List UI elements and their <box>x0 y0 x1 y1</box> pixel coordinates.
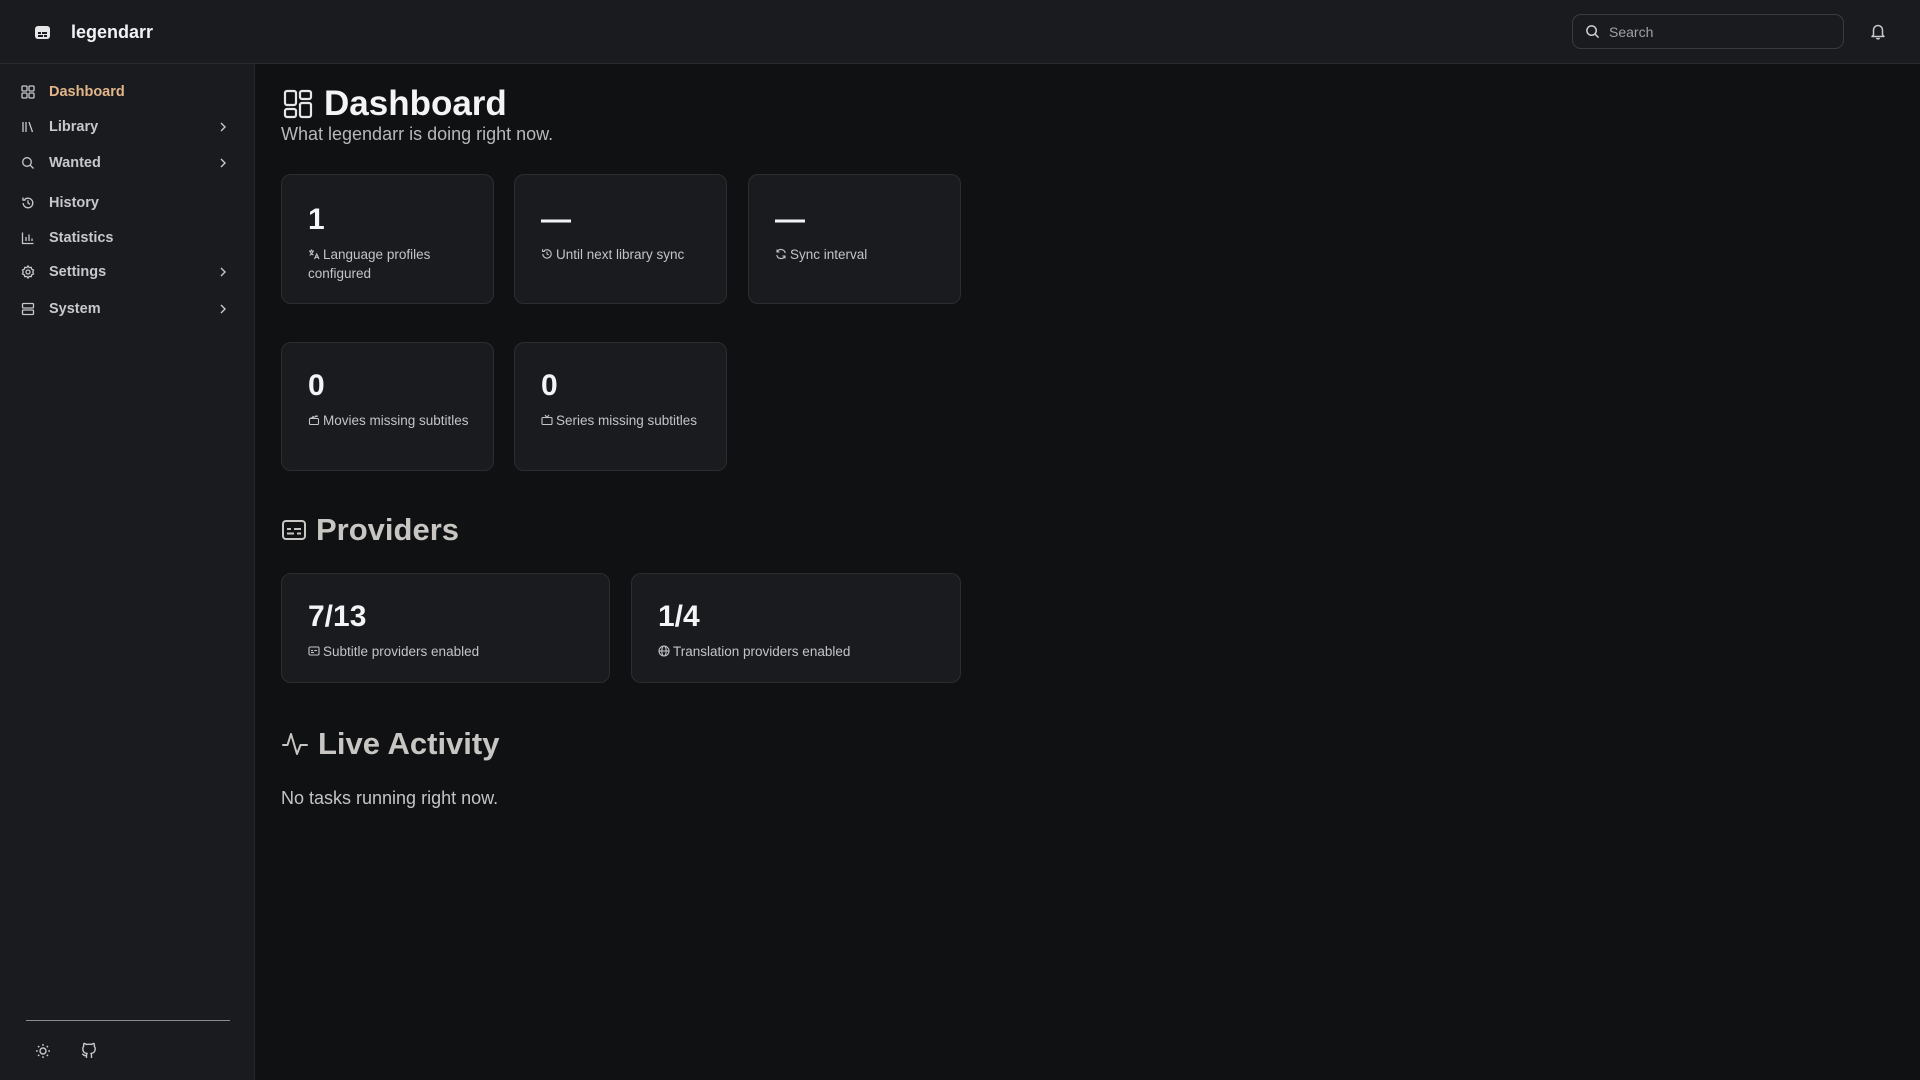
subtitles-icon <box>281 517 307 543</box>
history-icon <box>541 248 553 260</box>
refresh-icon <box>775 248 787 260</box>
stat-value: — <box>541 203 571 236</box>
stat-card-next-sync: — Until next library sync <box>514 174 727 304</box>
history-icon <box>21 196 35 210</box>
dashboard-icon <box>282 88 314 120</box>
stat-value: 0 <box>541 369 558 402</box>
top-bar: legendarr <box>0 0 1920 64</box>
sidebar-item-wanted[interactable]: Wanted <box>18 149 237 177</box>
stat-card-sync-interval: — Sync interval <box>748 174 961 304</box>
sidebar-item-label: Dashboard <box>49 84 125 100</box>
brand[interactable]: legendarr <box>34 22 153 43</box>
gear-icon <box>21 265 35 279</box>
providers-header: Providers <box>281 512 459 548</box>
provider-label: Subtitle providers enabled <box>308 642 568 661</box>
stat-card-language-profiles: 1 Language profiles configured <box>281 174 494 304</box>
chevron-right-icon <box>217 303 229 315</box>
chevron-right-icon <box>217 121 229 133</box>
app-name: legendarr <box>71 22 154 42</box>
sidebar-item-label: History <box>49 195 99 211</box>
stat-value: 0 <box>308 369 325 402</box>
page-subtitle: What legendarr is doing right now. <box>281 124 554 144</box>
subtitles-icon <box>308 645 320 657</box>
sidebar-item-statistics[interactable]: Statistics <box>18 224 237 252</box>
section-title: Live Activity <box>318 726 500 761</box>
grid-icon <box>21 85 35 99</box>
stat-label: Movies missing subtitles <box>308 411 473 430</box>
server-icon <box>21 302 35 316</box>
sidebar-item-label: Statistics <box>49 230 114 246</box>
provider-card-subtitle: 7/13 Subtitle providers enabled <box>281 573 610 683</box>
subtitles-logo-icon <box>34 24 51 41</box>
clapperboard-icon <box>308 414 320 426</box>
stat-value: — <box>775 203 805 236</box>
search-icon <box>1585 24 1600 39</box>
main-content: Dashboard What legendarr is doing right … <box>256 64 1920 1080</box>
sidebar-item-history[interactable]: History <box>18 189 237 217</box>
section-title: Providers <box>316 512 460 547</box>
sidebar-item-label: Library <box>49 119 99 135</box>
search-box[interactable] <box>1572 14 1844 49</box>
bar-chart-icon <box>21 231 35 245</box>
page-title: Dashboard <box>324 84 507 123</box>
stat-card-series-missing: 0 Series missing subtitles <box>514 342 727 471</box>
stat-value: 1 <box>308 203 325 236</box>
chevron-right-icon <box>217 157 229 169</box>
sidebar-item-label: Wanted <box>49 155 101 171</box>
stat-label: Until next library sync <box>541 245 711 264</box>
globe-icon <box>658 645 670 657</box>
live-activity-header: Live Activity <box>281 726 499 762</box>
chevron-right-icon <box>217 266 229 278</box>
provider-label: Translation providers enabled <box>658 642 928 661</box>
tv-icon <box>541 414 553 426</box>
search-icon <box>21 156 35 170</box>
stat-label: Sync interval <box>775 245 945 264</box>
provider-count: 1/4 <box>658 600 700 633</box>
stat-label: Series missing subtitles <box>541 411 716 430</box>
sidebar-item-settings[interactable]: Settings <box>18 258 237 286</box>
library-icon <box>21 120 35 134</box>
sun-icon[interactable] <box>33 1041 53 1061</box>
sidebar-item-system[interactable]: System <box>18 295 237 323</box>
provider-count: 7/13 <box>308 600 367 633</box>
sidebar-item-library[interactable]: Library <box>18 113 237 141</box>
sidebar: Dashboard Library Wanted History Statist… <box>0 64 255 1080</box>
provider-card-translation: 1/4 Translation providers enabled <box>631 573 961 683</box>
activity-icon <box>281 730 309 758</box>
stat-card-movies-missing: 0 Movies missing subtitles <box>281 342 494 471</box>
page-header: Dashboard <box>282 84 507 124</box>
bell-icon[interactable] <box>1869 22 1887 40</box>
search-input[interactable] <box>1609 23 1829 40</box>
sidebar-divider <box>26 1020 230 1021</box>
sidebar-item-label: System <box>49 301 101 317</box>
stat-label: Language profiles configured <box>308 247 431 281</box>
sidebar-item-label: Settings <box>49 264 107 280</box>
sidebar-item-dashboard[interactable]: Dashboard <box>18 78 237 106</box>
translate-icon <box>308 248 320 260</box>
github-icon[interactable] <box>79 1041 99 1061</box>
activity-empty-message: No tasks running right now. <box>281 788 499 808</box>
